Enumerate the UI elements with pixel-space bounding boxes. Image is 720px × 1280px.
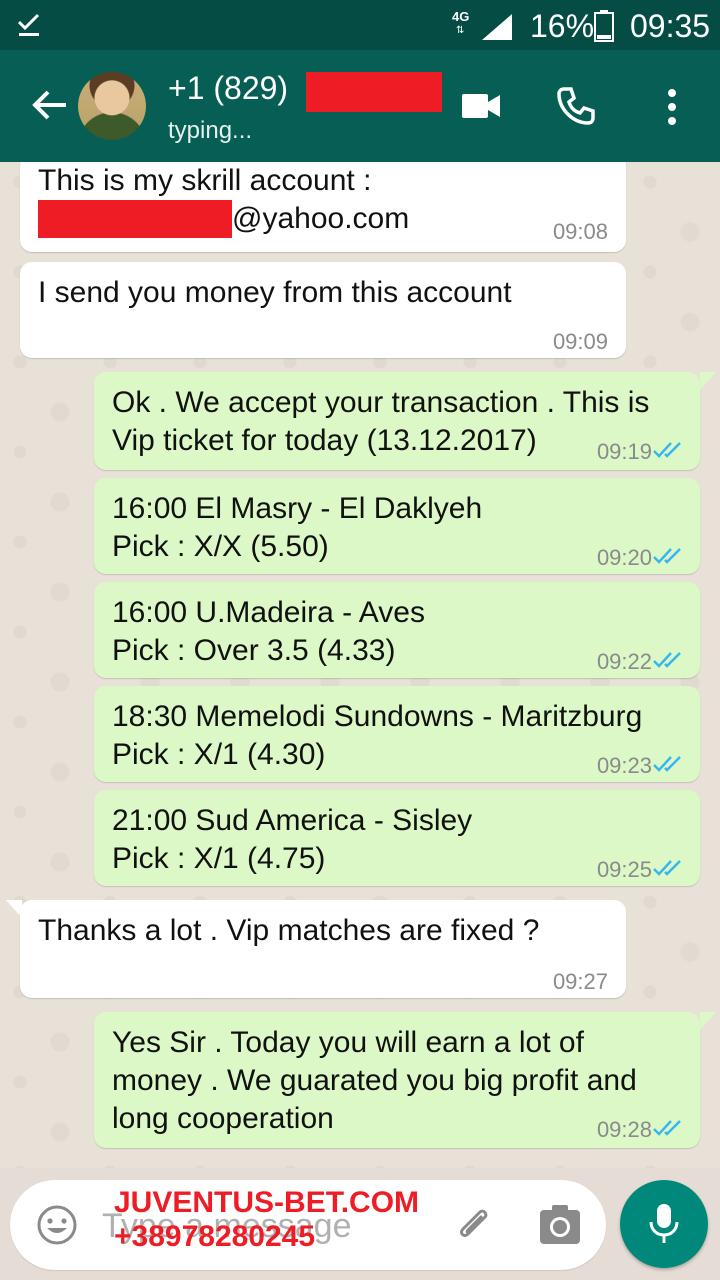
mic-button[interactable] (620, 1180, 708, 1268)
message-time: 09:25 (596, 857, 652, 882)
input-bar: Type a message JUVENTUS-BET.COM +3897828… (0, 1168, 720, 1280)
chat-header: +1 (829) typing... (0, 50, 720, 162)
data-arrows-icon: ⇅ (456, 25, 465, 36)
message-text: Ok . We accept your transaction . This i… (112, 386, 650, 419)
message-outgoing[interactable]: 16:00 El Masry - El Daklyeh Pick : X/X (… (94, 478, 700, 574)
message-text: Pick : Over 3.5 (4.33) (112, 634, 396, 667)
message-time: 09:09 (552, 329, 608, 354)
battery-icon (594, 10, 614, 42)
avatar[interactable] (78, 72, 146, 140)
message-time: 09:19 (596, 439, 652, 464)
message-text: 16:00 U.Madeira - Aves (112, 596, 425, 629)
message-text: 16:00 El Masry - El Daklyeh (112, 492, 483, 525)
read-ticks-icon (653, 442, 681, 458)
read-ticks-icon (653, 652, 681, 668)
message-text: This is my skrill account : (38, 164, 372, 197)
message-outgoing[interactable]: 18:30 Memelodi Sundowns - Maritzburg Pic… (94, 686, 700, 782)
message-outgoing[interactable]: 16:00 U.Madeira - Aves Pick : Over 3.5 (… (94, 582, 700, 678)
message-time: 09:28 (596, 1117, 652, 1142)
message-text: @yahoo.com (232, 202, 410, 235)
more-vert-icon[interactable] (662, 88, 682, 126)
message-time: 09:20 (596, 545, 652, 570)
message-text: Vip ticket for today (13.12.2017) (112, 424, 537, 457)
watermark-line: +38978280245 (114, 1220, 316, 1253)
battery-percent: 16% (530, 8, 595, 44)
message-text: Pick : X/1 (4.30) (112, 738, 326, 771)
message-incoming[interactable]: Thanks a lot . Vip matches are fixed ? 0… (20, 900, 626, 998)
message-time: 09:22 (596, 649, 652, 674)
status-bar: 4G ⇅ 16% 09:35 (0, 0, 720, 50)
emoji-icon[interactable] (36, 1204, 78, 1246)
contact-name[interactable]: +1 (829) (168, 68, 288, 108)
signal-icon (482, 14, 512, 40)
message-incoming[interactable]: This is my skrill account : @yahoo.com 0… (20, 162, 626, 252)
read-ticks-icon (653, 860, 681, 876)
attach-icon[interactable] (454, 1204, 498, 1248)
message-incoming[interactable]: I send you money from this account 09:09 (20, 262, 626, 358)
message-text: money . We guarated you big profit and (112, 1064, 637, 1097)
watermark: JUVENTUS-BET.COM +38978280245 (114, 1186, 419, 1254)
message-outgoing[interactable]: Yes Sir . Today you will earn a lot of m… (94, 1012, 700, 1148)
back-arrow-icon[interactable] (28, 84, 70, 126)
message-time: 09:08 (552, 219, 608, 244)
network-type: 4G (452, 9, 470, 24)
message-text: Pick : X/1 (4.75) (112, 842, 326, 875)
phone-call-icon[interactable] (556, 86, 596, 126)
contact-status: typing... (168, 117, 253, 144)
message-text: Thanks a lot . Vip matches are fixed ? (38, 914, 540, 947)
message-time: 09:27 (552, 969, 608, 994)
watermark-line: JUVENTUS-BET.COM (114, 1186, 420, 1219)
message-text: long cooperation (112, 1102, 334, 1135)
message-time: 09:23 (596, 753, 652, 778)
read-ticks-icon (653, 548, 681, 564)
message-text: 21:00 Sud America - Sisley (112, 804, 473, 837)
read-ticks-icon (653, 1120, 681, 1136)
status-time: 09:35 (630, 8, 711, 44)
message-text: I send you money from this account (38, 276, 512, 309)
message-outgoing[interactable]: Ok . We accept your transaction . This i… (94, 372, 700, 470)
message-text: Pick : X/X (5.50) (112, 530, 329, 563)
bubble-tail (700, 1012, 716, 1030)
redaction-block (38, 200, 232, 238)
camera-icon[interactable] (538, 1204, 582, 1246)
message-text: Yes Sir . Today you will earn a lot of (112, 1026, 584, 1059)
message-outgoing[interactable]: 21:00 Sud America - Sisley Pick : X/1 (4… (94, 790, 700, 886)
check-icon (17, 13, 40, 36)
read-ticks-icon (653, 756, 681, 772)
message-text: 18:30 Memelodi Sundowns - Maritzburg (112, 700, 643, 733)
message-list[interactable]: This is my skrill account : @yahoo.com 0… (0, 162, 720, 1168)
bubble-tail (700, 372, 716, 390)
video-call-icon[interactable] (462, 92, 502, 120)
redaction-block (306, 72, 442, 112)
mic-icon (649, 1204, 679, 1243)
